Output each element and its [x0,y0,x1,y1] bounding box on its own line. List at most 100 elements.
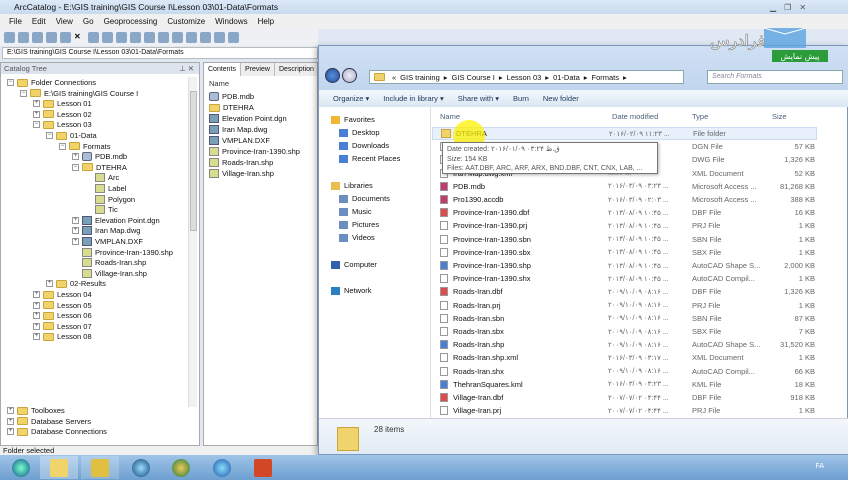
command-burn[interactable]: Burn [513,94,529,103]
file-row[interactable]: Province-Iran-1390.shp ۲۰۱۳/۰۸/۰۹ ۱۰:۴۵ .… [432,259,817,272]
tree-node[interactable]: + Lesson 01 [33,98,92,109]
command-organize[interactable]: Organize ▾ [333,94,369,103]
contents-item[interactable]: Village-Iran.shp [209,168,317,179]
start-button[interactable] [2,456,40,479]
address-bar[interactable]: «GIS training ▸ GIS Course I ▸ Lesson 03 ▸ 01-… [369,70,684,84]
nav-desktop[interactable]: Desktop [339,128,380,137]
menu-go[interactable]: Go [78,14,99,29]
menu-customize[interactable]: Customize [162,14,210,29]
expand-toggle-icon[interactable]: + [33,110,40,118]
contents-item[interactable]: Province-Iran-1390.shp [209,146,317,157]
file-row[interactable]: Village-Iran.dbf ۲۰۰۷/۰۷/۰۲ ۰۴:۴۴ ... DBF … [432,391,817,404]
chevron-right-icon[interactable]: ▸ [444,73,448,82]
chevron-right-icon[interactable]: ▸ [584,73,588,82]
tree-node[interactable]: +02-Results [46,278,106,289]
nav-recent-places[interactable]: Recent Places [339,154,400,163]
expand-toggle-icon[interactable]: + [33,301,40,309]
nav-libraries[interactable]: Libraries [331,181,373,190]
tree-node[interactable]: Label [85,183,126,194]
tree-node[interactable]: + Lesson 06 [33,310,92,321]
large-icons-icon[interactable] [88,32,99,43]
nav-computer[interactable]: Computer [331,260,377,269]
breadcrumb-item[interactable]: Lesson 03 [507,73,542,82]
tree-node[interactable]: Province-Iran-1390.shp [72,247,173,258]
file-row[interactable]: Province-Iran-1390.prj ۲۰۱۳/۰۸/۰۹ ۱۰:۴۵ .… [432,219,817,232]
minimize-button[interactable]: ▁ [770,3,776,12]
column-name[interactable]: Name [440,112,460,121]
tree-node[interactable]: − 01-Data [46,130,97,141]
pin-close-icons[interactable]: ⊥ ✕ [179,63,194,74]
contents-item[interactable]: Iran Map.dwg [209,124,317,135]
window-icon[interactable] [186,32,197,43]
file-row[interactable]: Roads-Iran.shp ۲۰۰۹/۱۰/۰۹ ۰۸:۱۶ ... AutoCA… [432,338,817,351]
contents-item[interactable]: DTEHRA [209,102,317,113]
tree-node[interactable]: Polygon [85,194,135,205]
tree-node[interactable]: + Toolboxes [7,405,65,416]
copy-icon[interactable] [46,32,57,43]
file-row[interactable]: PDB.mdb ۲۰۱۶/۰۳/۰۹ ۰۳:۲۳ ... Microsoft Acc… [432,180,817,193]
details-icon[interactable] [116,32,127,43]
nav-network[interactable]: Network [331,286,372,295]
command-includeinlibrary[interactable]: Include in library ▾ [383,94,443,103]
nav-favorites[interactable]: Favorites [331,115,375,124]
file-row[interactable]: Pro1390.accdb ۲۰۱۶/۰۳/۰۹ ۰۲:۰۳ ... Microso… [432,193,817,206]
file-row[interactable]: Province-Iran-1390.dbf ۲۰۱۳/۰۸/۰۹ ۱۰:۴۵ .… [432,206,817,219]
chevron-right-icon[interactable]: ▸ [623,73,627,82]
tab-preview[interactable]: Preview [241,63,275,76]
tree-node[interactable]: + Lesson 04 [33,289,92,300]
expand-toggle-icon[interactable]: − [33,121,40,129]
tree-scrollbar[interactable] [188,77,197,407]
list-icon[interactable] [102,32,113,43]
nav-documents[interactable]: Documents [339,194,390,203]
search-input[interactable]: Search Formats [707,70,843,84]
column-size[interactable]: Size [772,112,787,121]
language-indicator[interactable]: FA [815,463,824,470]
expand-toggle-icon[interactable]: − [20,89,27,97]
location-field[interactable]: E:\GIS training\GIS Course I\Lesson 03\0… [2,47,318,59]
file-row[interactable]: Province-Iran-1390.sbn ۲۰۱۳/۰۸/۰۹ ۱۰:۴۵ .… [432,233,817,246]
back-button[interactable] [325,68,340,83]
file-row[interactable]: Roads-Iran.shp.xml ۲۰۱۶/۰۳/۰۹ ۰۳:۱۷ ... XM… [432,351,817,364]
tree-node[interactable]: Roads-Iran.shp [72,257,146,268]
file-row[interactable]: Roads-Iran.prj ۲۰۰۹/۱۰/۰۹ ۰۸:۱۶ ... PRJ Fi… [432,299,817,312]
contents-header[interactable]: Name [204,76,317,91]
contents-item[interactable]: Elevation Point.dgn [209,113,317,124]
arctoolbox-icon[interactable] [172,32,183,43]
file-row[interactable]: Province-Iran-1390.sbx ۲۰۱۳/۰۸/۰۹ ۱۰:۴۵ .… [432,246,817,259]
paste-icon[interactable] [60,32,71,43]
zoom-out-icon[interactable] [228,32,239,43]
menu-geoprocessing[interactable]: Geoprocessing [99,14,163,29]
expand-toggle-icon[interactable]: + [72,238,79,245]
chevron-right-icon[interactable]: ▸ [499,73,503,82]
maximize-button[interactable]: ❐ [784,3,791,12]
search-icon[interactable] [200,32,211,43]
breadcrumb-item[interactable]: 01-Data [553,73,580,82]
contents-item[interactable]: Roads-Iran.shp [209,157,317,168]
tree-node[interactable]: Tic [85,204,118,215]
nav-downloads[interactable]: Downloads [339,141,389,150]
file-row[interactable]: Roads-Iran.sbn ۲۰۰۹/۱۰/۰۹ ۰۸:۱۶ ... SBN Fi… [432,312,817,325]
taskbar-arccatalog[interactable] [81,456,119,479]
file-row[interactable]: Roads-Iran.dbf ۲۰۰۹/۱۰/۰۹ ۰۸:۱۶ ... DBF Fi… [432,285,817,298]
expand-toggle-icon[interactable]: + [7,428,14,436]
menu-view[interactable]: View [51,14,78,29]
tree-node[interactable]: + VMPLAN.DXF [72,236,143,247]
tree-node[interactable]: + Database Connections [7,426,107,437]
tree-node[interactable]: − DTEHRA [72,162,127,173]
connect-folder-icon[interactable] [18,32,29,43]
file-row[interactable]: ThehranSquares.kml ۲۰۱۶/۰۳/۰۹ ۰۳:۲۳ ... KM… [432,378,817,391]
file-row[interactable]: Village-Iran.prj ۲۰۰۷/۰۷/۰۲ ۰۴:۴۴ ... PRJ … [432,404,817,417]
tab-contents[interactable]: Contents [204,63,242,76]
expand-toggle-icon[interactable]: + [33,322,40,330]
expand-toggle-icon[interactable]: + [33,291,40,298]
tree-node[interactable]: − Folder Connections [7,77,96,88]
globe-icon[interactable] [144,32,155,43]
expand-toggle-icon[interactable]: + [72,227,79,235]
forward-button[interactable] [342,68,357,83]
breadcrumb-item[interactable]: « [392,73,396,82]
tree-node[interactable]: + Lesson 02 [33,109,92,120]
delete-icon[interactable]: ✕ [74,32,85,43]
column-date-modified[interactable]: Date modified [612,112,658,121]
menu-file[interactable]: File [4,14,27,29]
nav-pictures[interactable]: Pictures [339,220,379,229]
